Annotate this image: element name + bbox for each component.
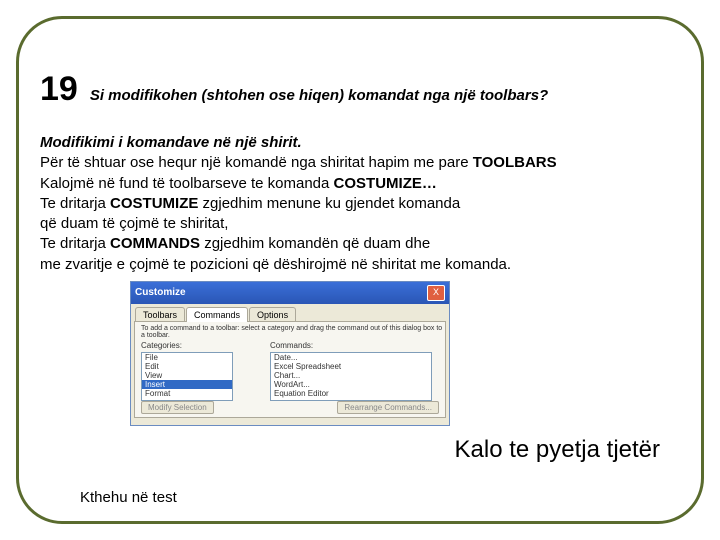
rearrange-button[interactable]: Rearrange Commands... bbox=[337, 401, 439, 414]
dialog-titlebar: Customize X bbox=[131, 282, 449, 304]
line-1: Për të shtuar ose hequr një komandë nga … bbox=[40, 153, 680, 173]
list-item[interactable]: View bbox=[142, 371, 232, 380]
line-2: Kalojmë në fund të toolbarseve te komand… bbox=[40, 174, 680, 194]
next-question-link[interactable]: Kalo te pyetja tjetër bbox=[455, 436, 660, 464]
list-item[interactable]: Equation Editor bbox=[271, 389, 431, 398]
modify-selection-button[interactable]: Modify Selection bbox=[141, 401, 214, 414]
commands-label: Commands: bbox=[270, 341, 313, 350]
dialog-panel: To add a command to a toolbar: select a … bbox=[134, 321, 446, 418]
tab-toolbars[interactable]: Toolbars bbox=[135, 307, 185, 322]
slide-content: 19 Si modifikohen (shtohen ose hiqen) ko… bbox=[40, 70, 680, 426]
line-3: Te dritarja COSTUMIZE zgjedhim menune ku… bbox=[40, 194, 680, 214]
dialog-tabs: Toolbars Commands Options bbox=[131, 306, 449, 321]
categories-label: Categories: bbox=[141, 341, 182, 350]
line-6: me zvaritje e çojmë te pozicioni që dësh… bbox=[40, 255, 680, 275]
line-4: që duam të çojmë te shiritat, bbox=[40, 214, 680, 234]
tab-commands[interactable]: Commands bbox=[186, 307, 248, 322]
list-item[interactable]: Chart... bbox=[271, 371, 431, 380]
list-item[interactable]: File bbox=[142, 353, 232, 362]
list-item[interactable]: WordArt... bbox=[271, 380, 431, 389]
dialog-hint: To add a command to a toolbar: select a … bbox=[141, 325, 445, 340]
categories-list[interactable]: File Edit View Insert Format bbox=[141, 352, 233, 401]
line-5: Te dritarja COMMANDS zgjedhim komandën q… bbox=[40, 234, 680, 254]
customize-dialog: Customize X Toolbars Commands Options To… bbox=[130, 281, 450, 426]
lead-line: Modifikimi i komandave në një shirit. bbox=[40, 133, 680, 153]
list-item[interactable]: Format bbox=[142, 389, 232, 398]
question-number: 19 bbox=[40, 70, 78, 109]
close-icon[interactable]: X bbox=[427, 285, 445, 301]
dialog-title: Customize bbox=[135, 287, 186, 298]
tab-options[interactable]: Options bbox=[249, 307, 296, 322]
list-item[interactable]: Edit bbox=[142, 362, 232, 371]
question-title: Si modifikohen (shtohen ose hiqen) koman… bbox=[90, 87, 548, 104]
list-item[interactable]: Date... bbox=[271, 353, 431, 362]
commands-list[interactable]: Date... Excel Spreadsheet Chart... WordA… bbox=[270, 352, 432, 401]
answer-body: Modifikimi i komandave në një shirit. Pë… bbox=[40, 133, 680, 275]
list-item[interactable]: Excel Spreadsheet bbox=[271, 362, 431, 371]
question-header: 19 Si modifikohen (shtohen ose hiqen) ko… bbox=[40, 70, 680, 109]
back-to-test-link[interactable]: Kthehu në test bbox=[80, 489, 177, 506]
dialog-bottom: Modify Selection Rearrange Commands... bbox=[141, 401, 439, 414]
list-item[interactable]: Insert bbox=[142, 380, 232, 389]
